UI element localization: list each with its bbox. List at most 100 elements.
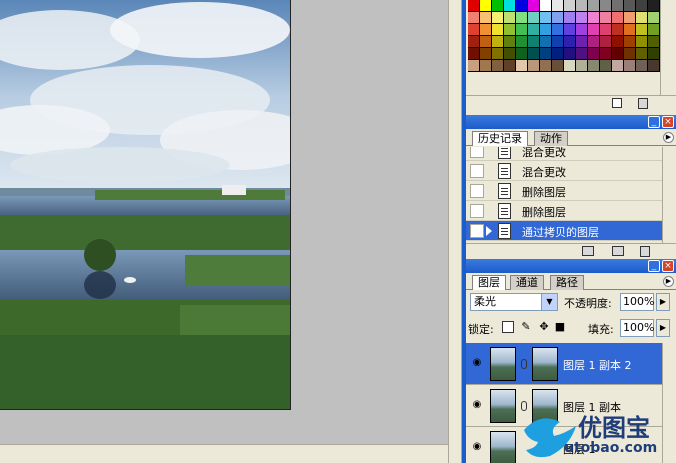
color-swatch[interactable] [612, 12, 624, 24]
minimize-icon[interactable]: _ [648, 260, 660, 272]
color-swatch[interactable] [576, 24, 588, 36]
color-swatch[interactable] [588, 0, 600, 12]
color-swatch[interactable] [492, 48, 504, 60]
color-swatch[interactable] [612, 24, 624, 36]
color-swatch[interactable] [468, 12, 480, 24]
vertical-scrollbar[interactable] [448, 0, 462, 463]
color-swatch[interactable] [480, 48, 492, 60]
color-swatch[interactable] [480, 0, 492, 12]
color-swatch[interactable] [540, 36, 552, 48]
color-swatch[interactable] [528, 48, 540, 60]
color-swatch[interactable] [648, 0, 660, 12]
color-swatch[interactable] [468, 0, 480, 12]
color-swatch[interactable] [588, 24, 600, 36]
swatch-grid[interactable] [466, 0, 660, 72]
color-swatch[interactable] [576, 0, 588, 12]
color-swatch[interactable] [636, 60, 648, 72]
color-swatch[interactable] [600, 60, 612, 72]
color-swatch[interactable] [504, 36, 516, 48]
color-swatch[interactable] [624, 0, 636, 12]
color-swatch[interactable] [624, 36, 636, 48]
layer-row-selected[interactable]: ◉ 图层 1 副本 2 [466, 343, 662, 385]
color-swatch[interactable] [552, 24, 564, 36]
new-swatch-icon[interactable] [612, 98, 622, 108]
color-swatch[interactable] [468, 36, 480, 48]
trash-icon[interactable] [640, 246, 650, 257]
eye-icon[interactable]: ◉ [470, 399, 484, 411]
color-swatch[interactable] [648, 48, 660, 60]
color-swatch[interactable] [504, 12, 516, 24]
color-swatch[interactable] [516, 48, 528, 60]
minimize-icon[interactable]: _ [648, 116, 660, 128]
color-swatch[interactable] [540, 24, 552, 36]
close-icon[interactable]: × [662, 116, 674, 128]
color-swatch[interactable] [480, 60, 492, 72]
color-swatch[interactable] [576, 60, 588, 72]
color-swatch[interactable] [528, 0, 540, 12]
color-swatch[interactable] [492, 36, 504, 48]
tab-paths[interactable]: 路径 [550, 275, 584, 290]
color-swatch[interactable] [504, 24, 516, 36]
snapshot-checkbox[interactable] [470, 164, 484, 178]
color-swatch[interactable] [552, 12, 564, 24]
tab-actions[interactable]: 动作 [534, 131, 568, 146]
color-swatch[interactable] [528, 60, 540, 72]
color-swatch[interactable] [588, 60, 600, 72]
color-swatch[interactable] [468, 60, 480, 72]
color-swatch[interactable] [600, 24, 612, 36]
color-swatch[interactable] [564, 12, 576, 24]
eye-icon[interactable]: ◉ [470, 357, 484, 369]
color-swatch[interactable] [648, 60, 660, 72]
opacity-slider-arrow-icon[interactable]: ▶ [656, 293, 670, 311]
color-swatch[interactable] [552, 36, 564, 48]
brush-icon[interactable]: ✎ [520, 321, 532, 333]
move-icon[interactable]: ✥ [538, 321, 550, 333]
layers-panel-titlebar[interactable]: _ × [466, 259, 676, 273]
horizontal-scrollbar[interactable] [0, 444, 448, 463]
color-swatch[interactable] [612, 48, 624, 60]
color-swatch[interactable] [492, 0, 504, 12]
color-swatch[interactable] [528, 36, 540, 48]
panel-menu-icon[interactable]: ▶ [663, 132, 674, 143]
history-panel-titlebar[interactable]: _ × [466, 115, 676, 129]
panel-menu-icon[interactable]: ▶ [663, 276, 674, 287]
color-swatch[interactable] [600, 0, 612, 12]
color-swatch[interactable] [564, 36, 576, 48]
tab-channels[interactable]: 通道 [510, 275, 544, 290]
color-swatch[interactable] [552, 48, 564, 60]
color-swatch[interactable] [528, 24, 540, 36]
color-swatch[interactable] [636, 24, 648, 36]
color-swatch[interactable] [564, 60, 576, 72]
color-swatch[interactable] [468, 48, 480, 60]
fill-slider-arrow-icon[interactable]: ▶ [656, 319, 670, 337]
color-swatch[interactable] [540, 0, 552, 12]
color-swatch[interactable] [636, 0, 648, 12]
color-swatch[interactable] [516, 24, 528, 36]
color-swatch[interactable] [576, 12, 588, 24]
snapshot-checkbox[interactable] [470, 184, 484, 198]
color-swatch[interactable] [540, 48, 552, 60]
color-swatch[interactable] [516, 12, 528, 24]
color-swatch[interactable] [504, 0, 516, 12]
color-swatch[interactable] [516, 36, 528, 48]
history-item[interactable]: 删除图层 [466, 201, 662, 221]
snapshot-checkbox[interactable] [470, 204, 484, 218]
color-swatch[interactable] [528, 12, 540, 24]
color-swatch[interactable] [480, 12, 492, 24]
color-swatch[interactable] [648, 12, 660, 24]
color-swatch[interactable] [552, 0, 564, 12]
history-item[interactable]: 删除图层 [466, 181, 662, 201]
tab-layers[interactable]: 图层 [472, 275, 506, 290]
color-swatch[interactable] [576, 48, 588, 60]
color-swatch[interactable] [516, 0, 528, 12]
blend-mode-select[interactable]: 柔光 ▼ [470, 293, 558, 311]
fill-field[interactable]: 100% [620, 319, 654, 337]
close-icon[interactable]: × [662, 260, 674, 272]
history-item[interactable]: 混合更改 [466, 147, 662, 161]
color-swatch[interactable] [504, 48, 516, 60]
snapshot-checkbox[interactable] [470, 147, 484, 158]
color-swatch[interactable] [492, 60, 504, 72]
color-swatch[interactable] [588, 48, 600, 60]
color-swatch[interactable] [624, 48, 636, 60]
color-swatch[interactable] [504, 60, 516, 72]
